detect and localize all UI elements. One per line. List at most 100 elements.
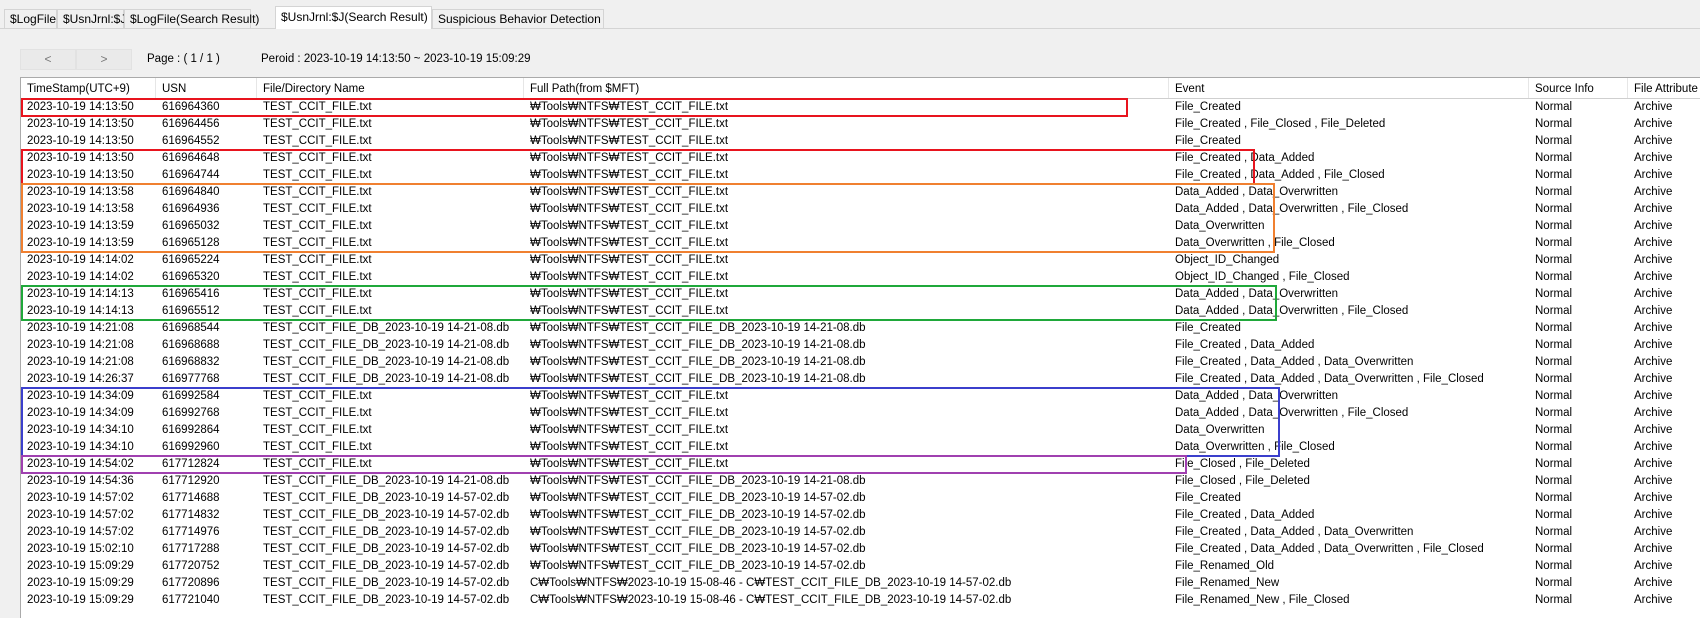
table-row[interactable]: 2023-10-19 14:14:13 616965416 TEST_CCIT_FI…	[21, 286, 1700, 303]
table-row[interactable]: 2023-10-19 14:21:08 616968832 TEST_CCIT_FI…	[21, 354, 1700, 371]
table-row[interactable]: 2023-10-19 14:14:02 616965320 TEST_CCIT_FI…	[21, 269, 1700, 286]
cell-full-path: ₩Tools₩NTFS₩TEST_CCIT_FILE.txt	[530, 271, 729, 283]
cell-file-attribute: Archive	[1634, 186, 1673, 198]
column-header-file-attribute[interactable]: File Attribute	[1628, 78, 1700, 98]
cell-timestamp: 2023-10-19 14:57:02	[27, 526, 134, 538]
table-row[interactable]: 2023-10-19 14:13:59 616965032 TEST_CCIT_FI…	[21, 218, 1700, 235]
table-row[interactable]: 2023-10-19 15:09:29 617720896 TEST_CCIT_FI…	[21, 575, 1700, 592]
next-page-button[interactable]: >	[76, 49, 132, 70]
table-row[interactable]: 2023-10-19 15:09:29 617721040 TEST_CCIT_FI…	[21, 592, 1700, 609]
column-header-file-name[interactable]: File/Directory Name	[257, 78, 524, 98]
cell-full-path: ₩Tools₩NTFS₩TEST_CCIT_FILE_DB_2023-10-19…	[530, 492, 866, 504]
cell-file-attribute: Archive	[1634, 441, 1673, 453]
table-row[interactable]: 2023-10-19 14:34:09 616992768 TEST_CCIT_FI…	[21, 405, 1700, 422]
cell-source-info: Normal	[1535, 458, 1573, 470]
usn-results-table[interactable]: TimeStamp(UTC+9) USN File/Directory Name…	[20, 77, 1700, 618]
column-header-source-info[interactable]: Source Info	[1529, 78, 1628, 98]
cell-full-path: ₩Tools₩NTFS₩TEST_CCIT_FILE_DB_2023-10-19…	[530, 543, 866, 555]
cell-file-attribute: Archive	[1634, 526, 1673, 538]
table-row[interactable]: 2023-10-19 14:57:02 617714976 TEST_CCIT_FI…	[21, 524, 1700, 541]
table-row[interactable]: 2023-10-19 14:21:08 616968544 TEST_CCIT_FI…	[21, 320, 1700, 337]
cell-file-name: TEST_CCIT_FILE.txt	[263, 424, 372, 436]
table-row[interactable]: 2023-10-19 14:57:02 617714832 TEST_CCIT_FI…	[21, 507, 1700, 524]
cell-file-name: TEST_CCIT_FILE.txt	[263, 390, 372, 402]
table-row[interactable]: 2023-10-19 14:14:13 616965512 TEST_CCIT_FI…	[21, 303, 1700, 320]
prev-page-button[interactable]: <	[20, 49, 76, 70]
tab-usnjrnl[interactable]: $UsnJrnl:$J	[57, 9, 126, 28]
tab-usnjrnl-search-result[interactable]: $UsnJrnl:$J(Search Result)	[275, 6, 432, 29]
table-row[interactable]: 2023-10-19 14:34:10 616992960 TEST_CCIT_FI…	[21, 439, 1700, 456]
cell-full-path: ₩Tools₩NTFS₩TEST_CCIT_FILE.txt	[530, 135, 729, 147]
cell-timestamp: 2023-10-19 15:09:29	[27, 577, 134, 589]
page-indicator: Page : ( 1 / 1 )	[147, 53, 220, 65]
cell-timestamp: 2023-10-19 14:34:10	[27, 441, 134, 453]
table-row[interactable]: 2023-10-19 14:13:59 616965128 TEST_CCIT_FI…	[21, 235, 1700, 252]
table-row[interactable]: 2023-10-19 14:13:50 616964744 TEST_CCIT_FI…	[21, 167, 1700, 184]
cell-file-attribute: Archive	[1634, 118, 1673, 130]
cell-source-info: Normal	[1535, 577, 1573, 589]
column-header-full-path[interactable]: Full Path(from $MFT)	[524, 78, 1169, 98]
column-header-event[interactable]: Event	[1169, 78, 1529, 98]
table-row[interactable]: 2023-10-19 14:57:02 617714688 TEST_CCIT_FI…	[21, 490, 1700, 507]
cell-file-name: TEST_CCIT_FILE_DB_2023-10-19 14-57-02.db	[263, 509, 510, 521]
table-row[interactable]: 2023-10-19 14:26:37 616977768 TEST_CCIT_FI…	[21, 371, 1700, 388]
cell-timestamp: 2023-10-19 14:13:50	[27, 101, 134, 113]
table-row[interactable]: 2023-10-19 14:13:58 616964840 TEST_CCIT_FI…	[21, 184, 1700, 201]
cell-file-attribute: Archive	[1634, 288, 1673, 300]
cell-timestamp: 2023-10-19 14:26:37	[27, 373, 134, 385]
cell-event: File_Created , File_Closed , File_Delete…	[1175, 118, 1386, 130]
table-row[interactable]: 2023-10-19 14:13:58 616964936 TEST_CCIT_FI…	[21, 201, 1700, 218]
table-row[interactable]: 2023-10-19 14:13:50 616964648 TEST_CCIT_FI…	[21, 150, 1700, 167]
cell-file-name: TEST_CCIT_FILE_DB_2023-10-19 14-21-08.db	[263, 322, 510, 334]
cell-source-info: Normal	[1535, 475, 1573, 487]
cell-event: File_Created	[1175, 101, 1241, 113]
cell-full-path: ₩Tools₩NTFS₩TEST_CCIT_FILE.txt	[530, 237, 729, 249]
cell-event: Data_Added , Data_Overwritten	[1175, 390, 1339, 402]
cell-usn: 616964840	[162, 186, 220, 198]
cell-source-info: Normal	[1535, 526, 1573, 538]
table-row[interactable]: 2023-10-19 14:13:50 616964456 TEST_CCIT_FI…	[21, 116, 1700, 133]
cell-file-attribute: Archive	[1634, 101, 1673, 113]
tab-logfile-search-result[interactable]: $LogFile(Search Result)	[124, 9, 259, 28]
cell-event: File_Closed , File_Deleted	[1175, 475, 1310, 487]
tab-logfile[interactable]: $LogFile	[4, 9, 57, 28]
tab-suspicious-behavior-detection[interactable]: Suspicious Behavior Detection	[432, 9, 604, 28]
cell-timestamp: 2023-10-19 14:13:59	[27, 220, 134, 232]
cell-full-path: ₩Tools₩NTFS₩TEST_CCIT_FILE.txt	[530, 203, 729, 215]
cell-source-info: Normal	[1535, 339, 1573, 351]
cell-file-name: TEST_CCIT_FILE_DB_2023-10-19 14-57-02.db	[263, 577, 510, 589]
cell-usn: 617714832	[162, 509, 220, 521]
table-row[interactable]: 2023-10-19 14:54:02 617712824 TEST_CCIT_FI…	[21, 456, 1700, 473]
cell-file-attribute: Archive	[1634, 560, 1673, 572]
cell-usn: 617720896	[162, 577, 220, 589]
cell-source-info: Normal	[1535, 322, 1573, 334]
cell-source-info: Normal	[1535, 560, 1573, 572]
cell-file-attribute: Archive	[1634, 203, 1673, 215]
cell-file-attribute: Archive	[1634, 152, 1673, 164]
cell-timestamp: 2023-10-19 14:14:02	[27, 271, 134, 283]
column-header-timestamp[interactable]: TimeStamp(UTC+9)	[21, 78, 156, 98]
column-header-usn[interactable]: USN	[156, 78, 257, 98]
table-row[interactable]: 2023-10-19 14:34:09 616992584 TEST_CCIT_FI…	[21, 388, 1700, 405]
table-row[interactable]: 2023-10-19 14:13:50 616964360 TEST_CCIT_FI…	[21, 99, 1700, 116]
cell-timestamp: 2023-10-19 15:09:29	[27, 594, 134, 606]
cell-full-path: ₩Tools₩NTFS₩TEST_CCIT_FILE.txt	[530, 254, 729, 266]
cell-file-name: TEST_CCIT_FILE.txt	[263, 118, 372, 130]
cell-file-attribute: Archive	[1634, 356, 1673, 368]
cell-source-info: Normal	[1535, 135, 1573, 147]
cell-full-path: ₩Tools₩NTFS₩TEST_CCIT_FILE_DB_2023-10-19…	[530, 373, 866, 385]
cell-file-attribute: Archive	[1634, 458, 1673, 470]
cell-full-path: ₩Tools₩NTFS₩TEST_CCIT_FILE.txt	[530, 152, 729, 164]
cell-event: File_Created , Data_Added , Data_Overwri…	[1175, 373, 1484, 385]
cell-file-name: TEST_CCIT_FILE.txt	[263, 152, 372, 164]
table-row[interactable]: 2023-10-19 14:54:36 617712920 TEST_CCIT_FI…	[21, 473, 1700, 490]
table-row[interactable]: 2023-10-19 14:14:02 616965224 TEST_CCIT_FI…	[21, 252, 1700, 269]
table-row[interactable]: 2023-10-19 15:02:10 617717288 TEST_CCIT_FI…	[21, 541, 1700, 558]
table-row[interactable]: 2023-10-19 15:09:29 617720752 TEST_CCIT_FI…	[21, 558, 1700, 575]
cell-file-attribute: Archive	[1634, 543, 1673, 555]
table-row[interactable]: 2023-10-19 14:34:10 616992864 TEST_CCIT_FI…	[21, 422, 1700, 439]
table-row[interactable]: 2023-10-19 14:21:08 616968688 TEST_CCIT_FI…	[21, 337, 1700, 354]
cell-source-info: Normal	[1535, 407, 1573, 419]
cell-file-attribute: Archive	[1634, 492, 1673, 504]
table-row[interactable]: 2023-10-19 14:13:50 616964552 TEST_CCIT_FI…	[21, 133, 1700, 150]
